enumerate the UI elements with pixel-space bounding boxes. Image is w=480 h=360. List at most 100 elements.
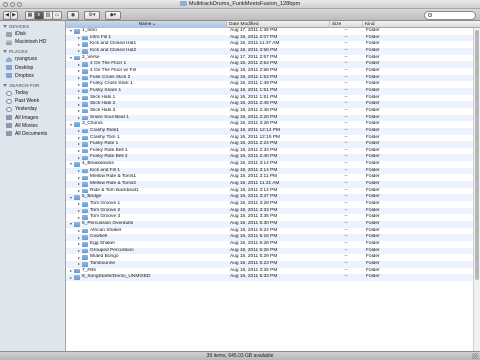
kind-cell: Folder	[366, 81, 380, 87]
minimize-window-button[interactable]	[10, 2, 15, 7]
file-row[interactable]: Slick Hats 1 Aug 16, 2011 1:51 PM -- Folder	[66, 95, 473, 102]
kind-cell: Folder	[366, 241, 380, 246]
file-row[interactable]: African Shaker Aug 16, 2011 5:24 PM -- Fold…	[66, 228, 473, 235]
file-row[interactable]: 5_Bridge Aug 16, 2011 3:37 PM -- Folder	[66, 194, 473, 202]
sidebar-item-all-movies[interactable]: All Movies	[0, 122, 65, 130]
cover-flow-button[interactable]: ▭	[52, 10, 62, 20]
file-row[interactable]: 7_Fills Aug 16, 2011 3:36 PM -- Folder	[66, 268, 473, 275]
date-modified-cell: Aug 16, 2011 5:23 PM	[230, 260, 278, 266]
sidebar-item-idisk[interactable]: iDisk	[0, 30, 65, 38]
sidebar-item-today[interactable]: Today	[0, 89, 65, 97]
file-row[interactable]: Funky Snare 1 Aug 16, 2011 1:51 PM -- Folde…	[66, 87, 473, 95]
triangle-right-icon	[78, 203, 80, 206]
file-row[interactable]: 3_Chorus Aug 16, 2011 3:26 PM -- Folder	[66, 121, 473, 128]
file-row[interactable]: 4 On The Floor 1 Aug 16, 2011 2:54 PM -- Fo…	[66, 61, 473, 68]
file-name-cell: Funky Cross Stick 1	[66, 81, 226, 88]
file-row[interactable]: Crashy Ride1 Aug 16, 2011 12:14 PM -- Folde…	[66, 127, 473, 135]
file-row[interactable]: Funky Ride Bell 1 Aug 16, 2011 2:33 PM -- F…	[66, 148, 473, 155]
date-modified-cell: Aug 16, 2011 2:40 PM	[230, 154, 278, 160]
size-cell: --	[344, 134, 348, 140]
folder-icon	[179, 0, 187, 6]
file-name-cell: Tom Groove 3	[66, 214, 226, 221]
file-name: 4 On The Floor 1	[90, 61, 127, 67]
sidebar-section-places[interactable]: PLACES	[0, 48, 65, 55]
file-row[interactable]: Tom Groove 2 Aug 16, 2011 3:33 PM -- Folder	[66, 207, 473, 215]
file-row[interactable]: Crashy Tom 1 Aug 16, 2011 12:15 PM -- Folde…	[66, 135, 473, 142]
search-input[interactable]	[424, 10, 476, 20]
file-row[interactable]: Egg Shaker Aug 16, 2011 5:26 PM -- Folder	[66, 241, 473, 248]
size-cell: --	[344, 154, 348, 160]
file-name: 2_Verse	[82, 54, 100, 60]
file-row[interactable]: Funky Cross Stick 1 Aug 16, 2011 1:49 PM -…	[66, 81, 473, 88]
file-row[interactable]: Cowbell Aug 16, 2011 5:16 PM -- Folder	[66, 234, 473, 241]
date-modified-cell: Aug 16, 2011 3:36 PM	[230, 267, 278, 273]
sidebar-item-macintosh-hd[interactable]: Macintosh HD	[0, 38, 65, 46]
sidebar-item-all-documents[interactable]: All Documents	[0, 130, 65, 138]
file-name: Kick and Closed Hat2	[90, 47, 137, 53]
date-modified-cell: Aug 16, 2011 2:45 PM	[230, 101, 278, 107]
eye-icon: ◉	[70, 11, 76, 18]
column-header-label: Kind	[365, 22, 375, 27]
quick-look-button[interactable]: ◉	[67, 10, 79, 20]
size-cell: --	[344, 121, 348, 127]
file-row[interactable]: Kick and Fill 1 Aug 16, 2011 3:14 PM -- Fol…	[66, 167, 473, 175]
file-row[interactable]: Grouped Percussion Aug 16, 2011 5:28 PM --…	[66, 247, 473, 255]
dropbox-menu-button[interactable]: ◆▾	[105, 10, 121, 20]
sidebar-section-devices[interactable]: DEVICES	[0, 23, 65, 30]
file-row[interactable]: Mellow Ride & Toms2 Aug 16, 2011 11:31 AM…	[66, 181, 473, 188]
file-name-cell: Tom Groove 1	[66, 201, 226, 208]
column-header-size[interactable]: Size	[329, 21, 362, 28]
sidebar-item-all-images[interactable]: All Images	[0, 114, 65, 122]
column-header-kind[interactable]: Kind	[362, 21, 480, 28]
scrollbar-thumb[interactable]	[475, 30, 479, 280]
file-row[interactable]: 1_Intro Aug 17, 2011 1:36 PM -- Folder	[66, 28, 473, 35]
file-row[interactable]: Tambourine Aug 16, 2011 5:23 PM -- Folder	[66, 260, 473, 268]
sidebar-item-yesterday[interactable]: Yesterday	[0, 105, 65, 113]
file-name: Tom Groove 2	[90, 207, 121, 213]
file-row[interactable]: Mellow Ride & Toms1 Aug 16, 2011 3:11 PM -…	[66, 174, 473, 181]
column-header-date-modified[interactable]: Date Modified	[226, 21, 329, 28]
file-row[interactable]: 2_Verse Aug 17, 2011 2:57 PM -- Folder	[66, 55, 473, 62]
file-row[interactable]: Funk Cross Stick 2 Aug 16, 2011 1:53 PM --…	[66, 74, 473, 82]
file-row[interactable]: Funky Ride Bell 2 Aug 16, 2011 2:40 PM -- F…	[66, 154, 473, 162]
action-menu-button[interactable]: ⚙▾	[84, 10, 100, 20]
sidebar-section-search-for[interactable]: SEARCH FOR	[0, 82, 65, 89]
file-row[interactable]: Tom Groove 3 Aug 16, 2011 3:35 PM -- Folder	[66, 214, 473, 221]
sidebar-item-dropbox[interactable]: Dropbox	[0, 72, 65, 80]
close-window-button[interactable]	[3, 2, 8, 7]
zoom-window-button[interactable]	[17, 2, 22, 7]
sidebar-item-home[interactable]: ryangruss	[0, 55, 65, 63]
file-row[interactable]: Snare Soul Beat 1 Aug 16, 2011 2:20 PM -- F…	[66, 114, 473, 122]
file-row[interactable]: Slick Hats 3 Aug 16, 2011 2:48 PM -- Folder	[66, 108, 473, 115]
file-name-cell: Intro Fill 1	[66, 35, 226, 42]
file-row[interactable]: 4 On The Floor w/ Fill Aug 16, 2011 2:58 …	[66, 68, 473, 75]
folder-icon	[82, 88, 88, 94]
file-row[interactable]: Funky Ride 1 Aug 16, 2011 2:24 PM -- Folder	[66, 141, 473, 148]
kind-cell: Folder	[366, 167, 380, 173]
kind-cell: Folder	[366, 28, 380, 33]
file-row[interactable]: 8_SongStarterDemo_UNMIXED Aug 16, 2011 5:…	[66, 274, 473, 281]
file-row[interactable]: Slick Hats 2 Aug 16, 2011 2:45 PM -- Folder	[66, 101, 473, 108]
sidebar-item-past-week[interactable]: Past Week	[0, 97, 65, 105]
column-header-name[interactable]: Name	[66, 21, 226, 28]
resize-grip-icon[interactable]	[472, 353, 478, 359]
forward-button[interactable]: ▶	[10, 10, 18, 20]
file-row[interactable]: Intro Fill 1 Aug 16, 2011 2:07 PM -- Folder	[66, 34, 473, 42]
kind-cell: Folder	[366, 194, 380, 200]
sidebar-item-desktop[interactable]: Desktop	[0, 64, 65, 72]
file-row[interactable]: Tom Groove 1 Aug 16, 2011 3:28 PM -- Folder	[66, 201, 473, 208]
file-row[interactable]: Kick and Closed Hat1 Aug 16, 2011 11:37 A…	[66, 41, 473, 48]
triangle-right-icon	[78, 176, 80, 179]
file-row[interactable]: 4_Breakdowns Aug 16, 2011 3:14 PM -- Folder	[66, 161, 473, 168]
file-row[interactable]: Ride & Tom Backbeat1 Aug 16, 2011 3:14 PM…	[66, 188, 473, 195]
size-cell: --	[344, 61, 348, 67]
kind-cell: Folder	[366, 161, 380, 167]
date-modified-cell: Aug 16, 2011 5:26 PM	[230, 241, 278, 246]
file-row[interactable]: 6_Percussion Overdubs Aug 16, 2011 5:30 P…	[66, 221, 473, 228]
vertical-scrollbar[interactable]	[473, 28, 480, 351]
folder-icon	[82, 75, 88, 81]
folder-icon	[82, 42, 88, 47]
file-row[interactable]: Kick and Closed Hat2 Aug 16, 2011 3:58 PM…	[66, 47, 473, 55]
file-name-cell: 2_Verse	[66, 55, 226, 62]
file-row[interactable]: Muted Bongo Aug 16, 2011 5:29 PM -- Folder	[66, 254, 473, 261]
